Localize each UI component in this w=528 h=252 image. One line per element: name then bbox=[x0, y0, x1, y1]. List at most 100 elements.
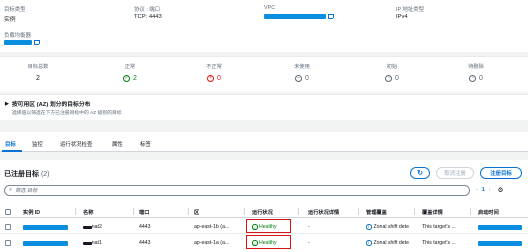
redacted-instance-id[interactable] bbox=[23, 225, 68, 230]
count-value: 0 bbox=[395, 75, 399, 82]
row-health-details: - bbox=[308, 224, 310, 230]
pagination: ‹ 1 › ⚙ bbox=[476, 186, 503, 194]
az-title: 按可用区 (AZ) 划分的目标分布 bbox=[11, 102, 91, 108]
col-divider bbox=[298, 208, 299, 215]
row-override[interactable]: i Zonal shift dete bbox=[366, 224, 409, 230]
col-admin-override[interactable]: 管理覆盖 bbox=[366, 209, 387, 216]
row-name: -nat1 bbox=[90, 240, 102, 246]
count-label: 正常 bbox=[124, 64, 136, 70]
refresh-icon: ↻ bbox=[417, 169, 423, 177]
row-zone: ap-east-1b (a... bbox=[194, 224, 230, 230]
info-circle-icon: i bbox=[366, 240, 372, 246]
ip-type-label: IP 地址类型 bbox=[396, 7, 425, 13]
col-override-details[interactable]: 覆盖详情 bbox=[422, 209, 443, 216]
external-link-icon bbox=[328, 13, 334, 19]
count-unhealthy[interactable]: 不正常 × 0 bbox=[184, 63, 244, 82]
count-value: 0 bbox=[479, 75, 483, 82]
count-value: 0 bbox=[217, 75, 221, 82]
count-healthy[interactable]: 正常 ✓ 2 bbox=[100, 63, 160, 82]
page-number[interactable]: 1 bbox=[482, 187, 485, 193]
row-checkbox[interactable] bbox=[5, 224, 11, 230]
prev-page-icon[interactable]: ‹ bbox=[476, 187, 478, 193]
select-all-checkbox[interactable] bbox=[5, 209, 11, 215]
col-divider bbox=[244, 208, 245, 215]
settings-gear-icon[interactable]: ⚙ bbox=[498, 186, 504, 194]
col-zone[interactable]: 区 bbox=[194, 209, 199, 216]
check-circle-icon: ✓ bbox=[123, 75, 131, 82]
count-value: 0 bbox=[305, 75, 309, 82]
tab-attributes[interactable]: 属性 bbox=[112, 140, 123, 148]
count-draining[interactable]: 待删除 ◔ 0 bbox=[446, 63, 506, 82]
vpc-label: VPC bbox=[264, 5, 276, 11]
search-placeholder: 筛选 目标 bbox=[15, 188, 38, 194]
col-port[interactable]: 端口 bbox=[139, 209, 149, 216]
redacted-instance-id[interactable] bbox=[23, 241, 68, 246]
col-health[interactable]: 运行状况 bbox=[252, 209, 273, 216]
search-icon: ⌕ bbox=[9, 187, 13, 193]
col-divider bbox=[75, 208, 76, 215]
count-value-wrap: –0 bbox=[272, 75, 332, 82]
register-targets-button[interactable]: 注册目标 bbox=[480, 167, 522, 179]
tab-health-checks[interactable]: 运行状况检查 bbox=[60, 140, 92, 148]
row-override[interactable]: i Zonal shift dete bbox=[366, 240, 409, 246]
col-instance-id[interactable]: 实例 ID bbox=[23, 209, 40, 216]
caret-right-icon: ▶ bbox=[5, 100, 9, 107]
row-override-details: This target's ... bbox=[422, 224, 456, 230]
count-label: 不正常 bbox=[206, 64, 222, 70]
ip-type-value: IPv4 bbox=[396, 14, 408, 20]
col-launch-time[interactable]: 启动时间 bbox=[478, 209, 499, 216]
count-label: 初始 bbox=[386, 64, 398, 70]
count-value: 2 bbox=[133, 75, 137, 82]
registered-count: (2) bbox=[40, 171, 50, 178]
tab-tags[interactable]: 标签 bbox=[140, 140, 151, 148]
health-highlight-box bbox=[246, 235, 291, 249]
row-checkbox[interactable] bbox=[5, 240, 11, 246]
az-expander[interactable]: ▶ 按可用区 (AZ) 划分的目标分布 bbox=[5, 99, 91, 109]
deregister-button[interactable]: 取消注册 bbox=[436, 167, 474, 179]
tab-monitoring[interactable]: 监控 bbox=[32, 140, 43, 148]
count-label: 目标总数 bbox=[27, 64, 49, 70]
row-override-details: This target's ... bbox=[422, 240, 456, 246]
count-value-wrap: ✓ 2 bbox=[100, 75, 160, 82]
protocol-label: 协议 : 端口 bbox=[134, 7, 161, 13]
external-link-icon bbox=[34, 39, 40, 45]
col-divider bbox=[414, 208, 415, 215]
registered-title: 已注册目标 (2) bbox=[4, 169, 50, 179]
vpc-link[interactable] bbox=[264, 13, 334, 19]
col-divider bbox=[188, 208, 189, 215]
col-name[interactable]: 名称 bbox=[83, 209, 93, 216]
col-divider bbox=[133, 208, 134, 215]
az-description: 选择值以筛选在下方已注册目标中的 AZ 级别的目标 bbox=[12, 111, 122, 116]
override-text: Zonal shift dete bbox=[373, 240, 409, 246]
lb-link[interactable] bbox=[4, 39, 40, 45]
count-label: 未使用 bbox=[294, 64, 310, 70]
info-circle-icon: i bbox=[366, 224, 372, 230]
target-type-label: 目标类型 bbox=[4, 7, 26, 13]
col-divider bbox=[470, 208, 471, 215]
row-health-details: - bbox=[308, 240, 310, 246]
tab-targets[interactable]: 目标 bbox=[5, 140, 16, 148]
active-tab-indicator bbox=[2, 150, 22, 152]
col-health-details[interactable]: 运行状况详情 bbox=[308, 209, 339, 216]
count-value: 2 bbox=[36, 75, 40, 82]
col-divider bbox=[358, 208, 359, 215]
redacted-launch-time bbox=[478, 241, 522, 246]
count-total: 目标总数 2 bbox=[8, 63, 68, 82]
row-name: -nat2 bbox=[90, 224, 102, 230]
registered-title-text: 已注册目标 bbox=[4, 171, 39, 178]
minus-circle-icon: – bbox=[295, 75, 303, 82]
count-value-wrap: ◔ 0 bbox=[446, 75, 506, 82]
override-text: Zonal shift dete bbox=[373, 224, 409, 230]
protocol-value: TCP: 4443 bbox=[134, 14, 162, 20]
count-value-wrap: × 0 bbox=[184, 75, 244, 82]
count-value-wrap: 2 bbox=[8, 75, 68, 82]
target-type-value: 实例 bbox=[4, 17, 16, 23]
x-circle-icon: × bbox=[207, 75, 215, 82]
search-input[interactable]: ⌕ 筛选 目标 bbox=[4, 185, 470, 196]
redacted-lb-name bbox=[4, 40, 32, 45]
count-initial[interactable]: 初始 ◔ 0 bbox=[362, 63, 422, 82]
refresh-button[interactable]: ↻ bbox=[410, 167, 430, 179]
count-label: 待删除 bbox=[468, 64, 484, 70]
count-unused[interactable]: 未使用 –0 bbox=[272, 63, 332, 82]
next-page-icon[interactable]: › bbox=[489, 187, 491, 193]
